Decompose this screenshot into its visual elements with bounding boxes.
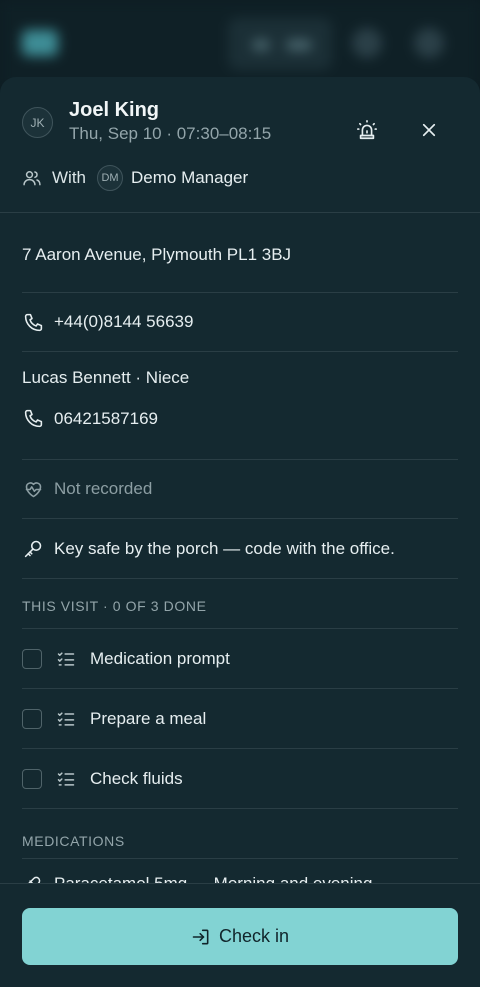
client-name: Joel King: [69, 99, 160, 121]
checklist-icon: [57, 711, 75, 726]
checklist-icon: [57, 771, 75, 786]
checklist-icon: [57, 651, 75, 666]
login-icon: [192, 929, 209, 944]
app-logo: [22, 30, 58, 56]
task-checkbox[interactable]: [22, 648, 42, 669]
key-icon: [22, 538, 44, 560]
visit-detail-sheet: JK Joel King Thu, Sep 10 · 07:30–08:15 W…: [0, 77, 480, 987]
alarm-button[interactable]: [353, 117, 381, 143]
phone-icon: [22, 311, 44, 333]
manager-avatar: DM: [97, 165, 123, 191]
task-checkbox[interactable]: [22, 768, 42, 789]
health-status: Not recorded: [54, 479, 153, 498]
task-label: Check fluids: [90, 768, 183, 788]
assigned-with-row: With DM Demo Manager: [22, 163, 248, 193]
task-label: Prepare a meal: [90, 708, 207, 728]
task-label: Medication prompt: [90, 648, 230, 668]
task-row[interactable]: Medication prompt: [22, 629, 458, 689]
contact-phone: 06421587169: [54, 408, 159, 428]
contact-name-relation: Lucas Bennett · Niece: [22, 368, 190, 387]
sheet-header: JK Joel King Thu, Sep 10 · 07:30–08:15 W…: [0, 77, 480, 213]
with-label: With: [52, 168, 86, 187]
medications-section-title: MEDICATIONS: [22, 832, 125, 849]
contact-phone-row[interactable]: 06421587169: [22, 400, 458, 460]
visit-section-title: THIS VISIT · 0 OF 3 DONE: [22, 597, 207, 614]
close-button[interactable]: [416, 117, 442, 143]
check-in-label: Check in: [218, 926, 290, 946]
client-phone-row[interactable]: +44(0)8144 56639: [22, 293, 458, 352]
check-in-button[interactable]: Check in: [22, 908, 458, 965]
contact-row: Lucas Bennett · Niece: [22, 352, 458, 400]
client-phone: +44(0)8144 56639: [54, 312, 194, 331]
medications-section-header: MEDICATIONS: [22, 809, 458, 859]
background-icon-button: [352, 28, 382, 58]
background-icon-button: [414, 28, 444, 58]
access-note: Key safe by the porch — code with the of…: [54, 538, 395, 558]
health-row: Not recorded: [22, 460, 458, 519]
visit-details: 7 Aaron Avenue, Plymouth PL1 3BJ +44(0)8…: [0, 213, 480, 909]
access-note-row: Key safe by the porch — code with the of…: [22, 519, 458, 579]
client-avatar: JK: [22, 107, 53, 138]
visit-section-header: THIS VISIT · 0 OF 3 DONE: [22, 579, 458, 629]
alarm-icon: [357, 120, 377, 140]
task-row[interactable]: Check fluids: [22, 749, 458, 809]
address-row[interactable]: 7 Aaron Avenue, Plymouth PL1 3BJ: [22, 213, 458, 293]
task-checkbox[interactable]: [22, 708, 42, 729]
visit-time: Thu, Sep 10 · 07:30–08:15: [69, 124, 272, 143]
close-icon: [422, 123, 436, 137]
client-address: 7 Aaron Avenue, Plymouth PL1 3BJ: [22, 244, 292, 264]
users-icon: [23, 171, 41, 186]
background-toolbar-pill: [228, 18, 332, 70]
heart-pulse-icon: [22, 478, 44, 500]
phone-icon: [22, 408, 44, 430]
task-row[interactable]: Prepare a meal: [22, 689, 458, 749]
manager-name: Demo Manager: [131, 168, 249, 187]
